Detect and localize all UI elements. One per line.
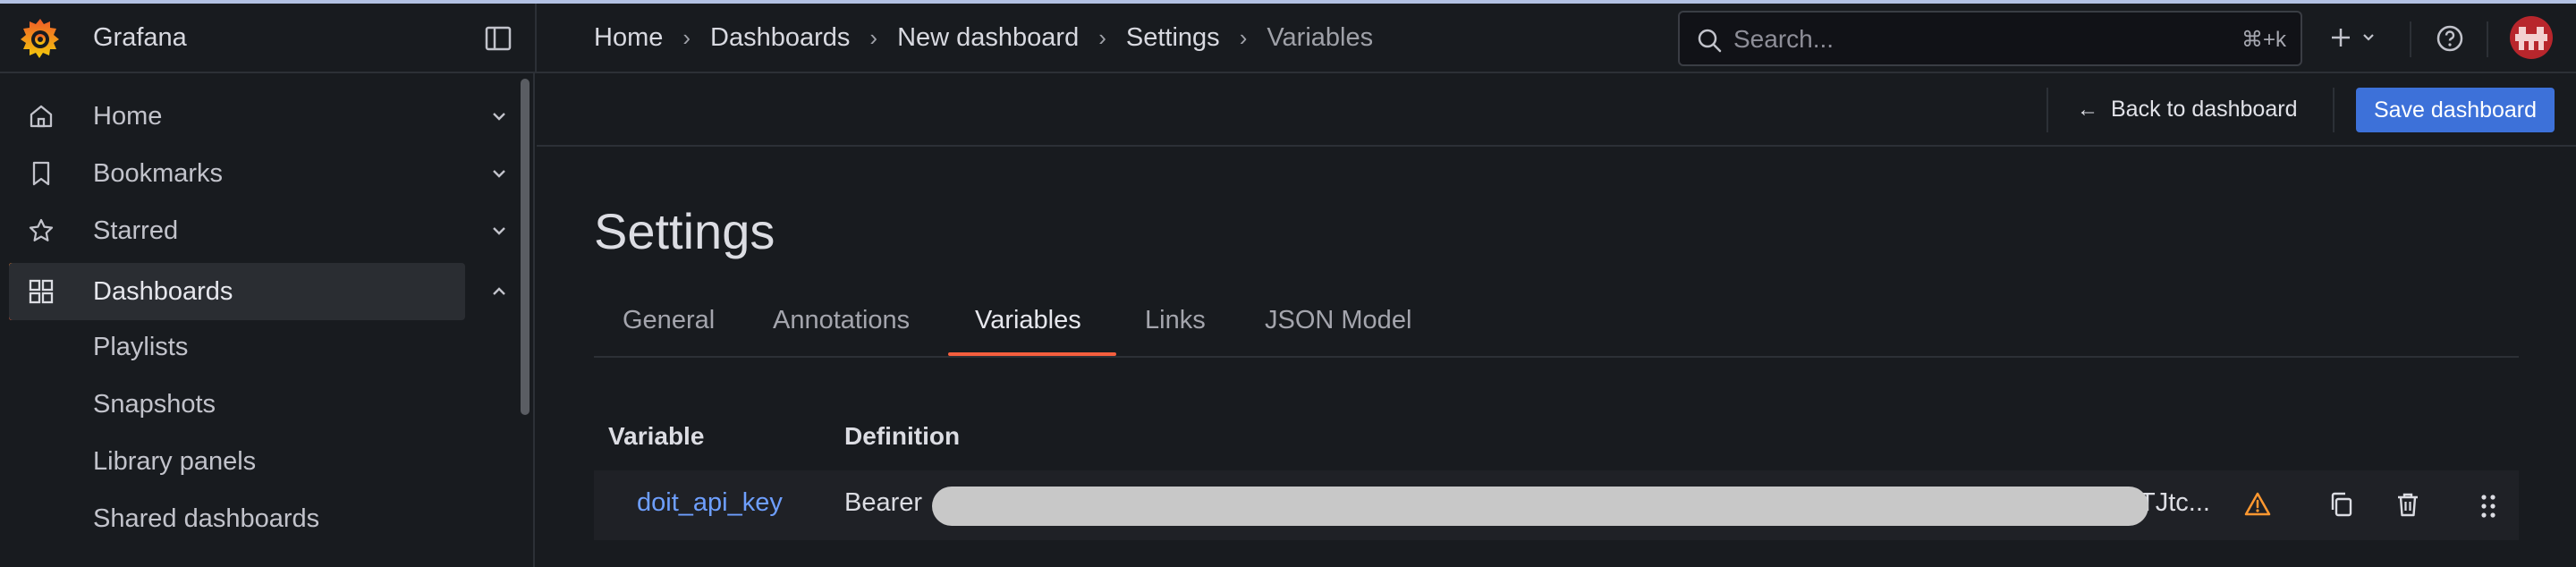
sidebar-item-starred[interactable]: Starred [0, 202, 505, 259]
star-icon [29, 218, 54, 241]
chevron-up-icon[interactable] [488, 281, 510, 302]
tab-general[interactable]: General [623, 306, 715, 335]
chevron-down-icon[interactable] [488, 106, 510, 127]
tab-variables[interactable]: Variables [975, 306, 1081, 335]
user-avatar-icon [2515, 27, 2547, 50]
divider [535, 4, 537, 73]
sidebar-item-label: Starred [93, 216, 179, 245]
column-header-variable: Variable [608, 422, 705, 450]
chevron-right-icon: › [682, 24, 691, 51]
variable-name-link[interactable]: doit_api_key [637, 488, 783, 518]
divider [2046, 88, 2048, 132]
divider [2410, 21, 2411, 57]
warning-icon[interactable] [2243, 490, 2272, 519]
chevron-right-icon: › [869, 24, 878, 51]
breadcrumb-variables: Variables [1267, 23, 1374, 52]
arrow-left-icon: ← [2077, 97, 2098, 122]
chevron-down-icon [2363, 34, 2374, 41]
definition-suffix: TJtc... [2140, 488, 2210, 517]
search-box[interactable]: ⌘+k [1678, 11, 2302, 66]
sidebar-scrollbar[interactable] [521, 79, 530, 415]
grafana-logo-icon[interactable] [18, 16, 63, 61]
search-shortcut: ⌘+k [2241, 28, 2286, 52]
bookmark-icon [32, 161, 50, 186]
sidebar-item-label: Dashboards [93, 276, 233, 306]
breadcrumb-settings[interactable]: Settings [1126, 23, 1220, 53]
search-input[interactable] [1733, 23, 2199, 55]
sidebar-subitem-snapshots[interactable]: Snapshots [93, 390, 216, 419]
definition-prefix: Bearer [844, 488, 923, 517]
sidebar-subitem-playlists[interactable]: Playlists [93, 333, 188, 362]
tab-links[interactable]: Links [1145, 306, 1206, 335]
breadcrumb-dashboards[interactable]: Dashboards [710, 23, 850, 53]
sidebar-subitem-library-panels[interactable]: Library panels [93, 447, 256, 477]
plus-icon [2332, 29, 2350, 47]
sidebar-item-bookmarks[interactable]: Bookmarks [0, 145, 505, 202]
sidebar-subitem-shared-dashboards[interactable]: Shared dashboards [93, 504, 319, 534]
save-dashboard-button[interactable]: Save dashboard [2356, 88, 2555, 132]
breadcrumb: Home › Dashboards › New dashboard › Sett… [594, 23, 1373, 53]
sidebar-item-label: Bookmarks [93, 158, 224, 188]
drag-handle-icon[interactable] [2474, 492, 2503, 520]
sidebar-item-label: Home [93, 101, 163, 131]
tab-json-model[interactable]: JSON Model [1265, 306, 1411, 335]
apps-icon [29, 279, 54, 304]
breadcrumb-home[interactable]: Home [594, 23, 663, 53]
redaction-bar [932, 487, 2148, 526]
settings-tabs: General Annotations Variables Links JSON… [594, 295, 2519, 358]
top-bar: Grafana Home › Dashboards › New dashboar… [0, 4, 2576, 73]
avatar[interactable] [2510, 16, 2553, 59]
column-header-definition: Definition [844, 422, 961, 450]
home-icon [30, 105, 53, 128]
search-icon [1698, 29, 1722, 53]
divider [2333, 88, 2334, 132]
dock-menu-icon[interactable] [483, 23, 513, 54]
chevron-down-icon[interactable] [488, 220, 510, 241]
help-icon[interactable] [2435, 23, 2465, 54]
page-title: Settings [594, 203, 775, 259]
back-to-dashboard-button[interactable]: ← Back to dashboard [2077, 97, 2297, 123]
duplicate-icon[interactable] [2327, 490, 2356, 519]
tab-annotations[interactable]: Annotations [773, 306, 910, 335]
chevron-right-icon: › [1239, 24, 1248, 51]
breadcrumb-new-dashboard[interactable]: New dashboard [897, 23, 1079, 53]
divider [2487, 21, 2488, 57]
chevron-right-icon: › [1098, 24, 1106, 51]
active-tab-indicator [948, 352, 1116, 356]
back-to-dashboard-label: Back to dashboard [2111, 97, 2298, 122]
app-name[interactable]: Grafana [93, 23, 187, 53]
chevron-down-icon[interactable] [488, 163, 510, 184]
sidebar-item-home[interactable]: Home [0, 88, 505, 145]
new-button[interactable] [2327, 20, 2383, 55]
sidebar-item-dashboards[interactable]: Dashboards [9, 263, 505, 320]
sidebar: Home Bookmarks Starred Dashboards Playli… [0, 73, 535, 567]
trash-icon[interactable] [2394, 490, 2422, 519]
